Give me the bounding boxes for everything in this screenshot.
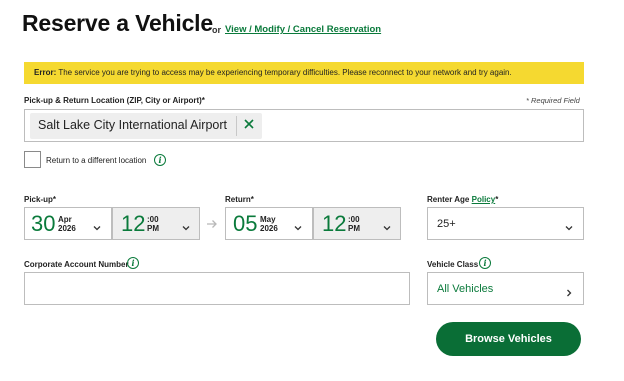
return-label: Return* [225, 195, 254, 204]
arrow-right-icon [206, 218, 218, 232]
or-separator: or [212, 25, 221, 35]
error-prefix: Error: [34, 68, 57, 77]
chevron-right-icon [565, 284, 573, 297]
corporate-account-input[interactable] [24, 272, 410, 305]
corporate-account-label: Corporate Account Number [24, 260, 129, 269]
return-ampm: PM [348, 224, 360, 233]
return-hour: 12 [322, 211, 347, 236]
chevron-down-icon [383, 219, 391, 231]
renter-age-asterisk: * [495, 195, 499, 204]
pickup-day: 30 [31, 211, 56, 236]
pickup-ampm: PM [147, 224, 159, 233]
page-title: Reserve a Vehicle [22, 10, 213, 36]
renter-age-label: Renter Age Policy* [427, 195, 498, 204]
return-year: 2026 [260, 224, 278, 233]
info-icon[interactable]: i [154, 154, 166, 166]
info-icon[interactable]: i [127, 257, 139, 269]
view-modify-cancel-link[interactable]: View / Modify / Cancel Reservation [225, 24, 381, 35]
vehicle-class-value: All Vehicles [437, 283, 494, 295]
policy-link[interactable]: Policy [472, 195, 496, 204]
return-day: 05 [233, 211, 258, 236]
error-banner: Error: The service you are trying to acc… [24, 62, 584, 84]
error-message: The service you are trying to access may… [58, 68, 512, 77]
return-minutes: :00 [348, 215, 360, 224]
location-chip-text: Salt Lake City International Airport [38, 118, 227, 132]
pickup-label: Pick-up* [24, 195, 57, 204]
chip-divider [236, 116, 237, 136]
browse-vehicles-button[interactable]: Browse Vehicles [436, 322, 581, 356]
return-month: May [260, 215, 276, 224]
pickup-minutes: :00 [147, 215, 159, 224]
required-field-note: * Required Field [526, 96, 580, 105]
vehicle-class-label: Vehicle Class [427, 260, 479, 269]
return-different-label: Return to a different location [46, 156, 147, 165]
location-label: Pick-up & Return Location (ZIP, City or … [24, 96, 205, 105]
pickup-year: 2026 [58, 224, 76, 233]
renter-age-value: 25+ [437, 218, 456, 230]
info-icon[interactable]: i [479, 257, 491, 269]
chevron-down-icon [93, 219, 101, 231]
chevron-down-icon [182, 219, 190, 231]
renter-age-label-text: Renter Age [427, 195, 470, 204]
pickup-hour: 12 [121, 211, 146, 236]
clear-location-icon[interactable] [242, 117, 256, 131]
chevron-down-icon [565, 219, 573, 231]
return-different-checkbox[interactable] [24, 151, 41, 168]
chevron-down-icon [294, 219, 302, 231]
pickup-month: Apr [58, 215, 72, 224]
